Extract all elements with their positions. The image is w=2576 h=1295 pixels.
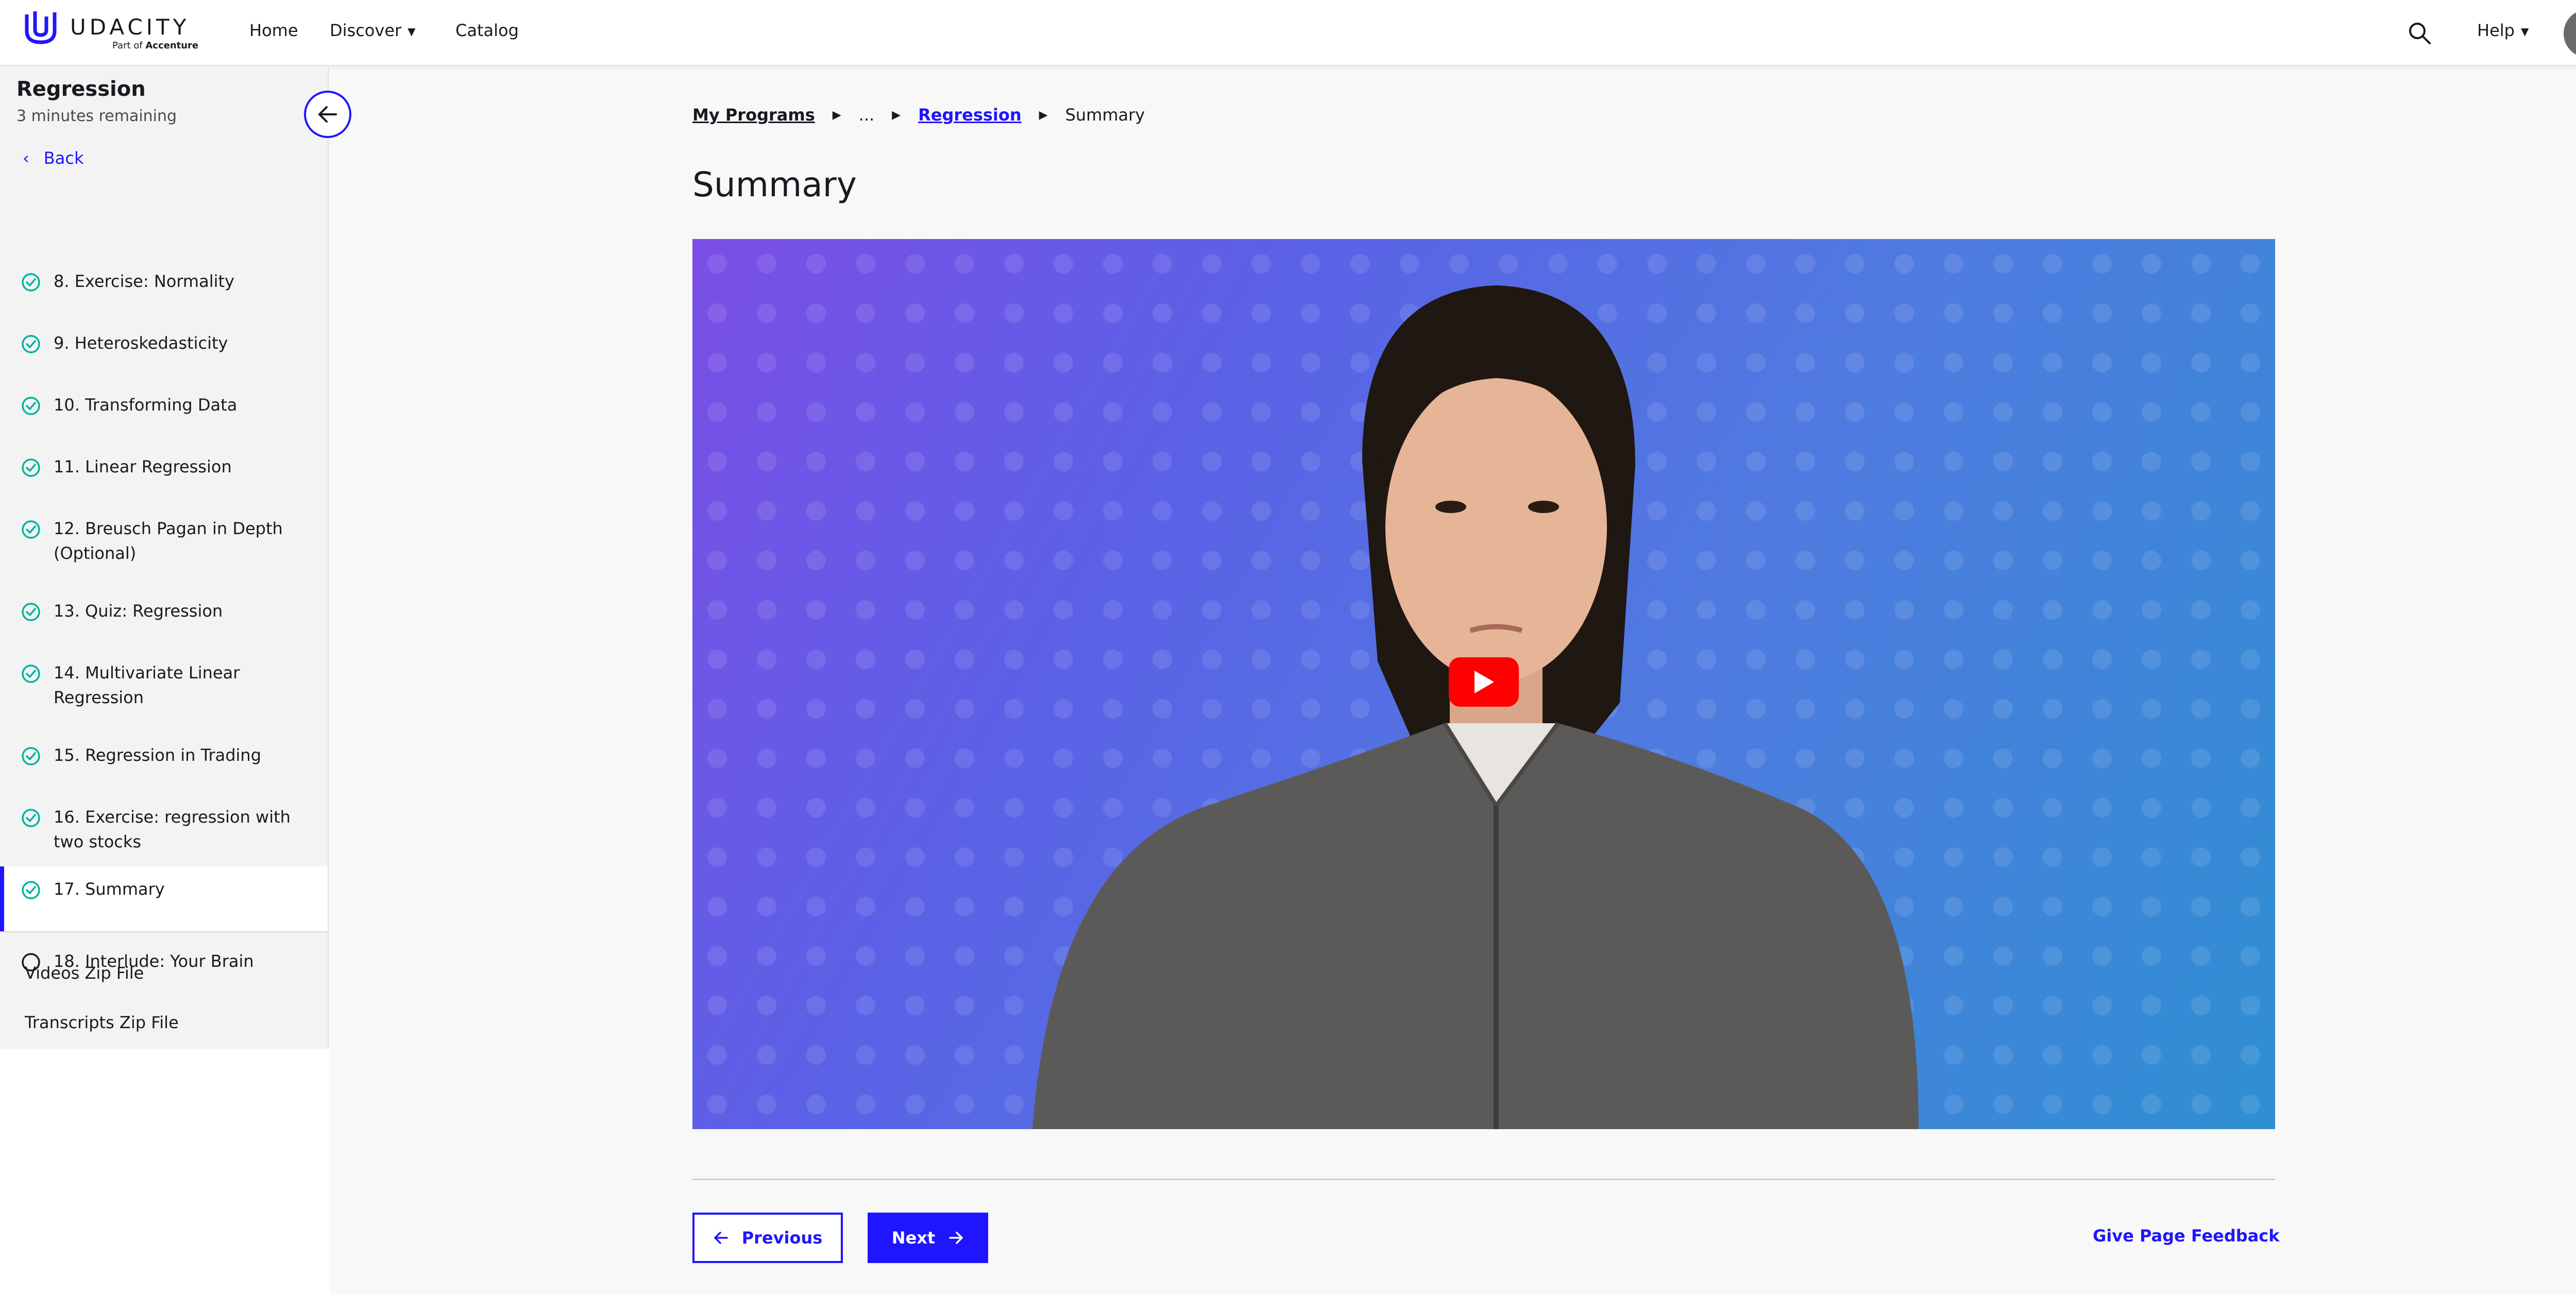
- next-button[interactable]: Next: [868, 1213, 988, 1263]
- transcripts-zip-link[interactable]: Transcripts Zip File: [25, 1013, 179, 1032]
- search-icon[interactable]: [2407, 21, 2432, 45]
- previous-button[interactable]: Previous: [692, 1213, 843, 1263]
- concept-label: 8. Exercise: Normality: [54, 271, 234, 291]
- give-feedback-link[interactable]: Give Page Feedback: [2093, 1226, 2280, 1246]
- check-circle-icon: [22, 273, 40, 292]
- check-circle-icon: [22, 603, 40, 621]
- sidebar-concept-item[interactable]: 14. Multivariate Linear Regression: [0, 660, 328, 710]
- caret-right-icon: ▶: [1039, 108, 1048, 122]
- check-circle-icon: [22, 809, 40, 827]
- arrow-left-icon: [714, 1232, 728, 1244]
- page-title: Summary: [692, 165, 857, 205]
- logo-subtitle: Part of Accenture: [112, 40, 199, 51]
- breadcrumb-my-programs[interactable]: My Programs: [692, 105, 815, 125]
- sidebar-concept-item[interactable]: 8. Exercise: Normality: [0, 269, 328, 294]
- concept-label: 9. Heteroskedasticity: [54, 333, 228, 353]
- back-link[interactable]: ‹ Back: [23, 148, 83, 168]
- video-player[interactable]: [692, 239, 2275, 1129]
- concept-label: 16. Exercise: regression with two stocks: [54, 807, 291, 851]
- concept-label: 11. Linear Regression: [54, 457, 232, 476]
- breadcrumb-ellipsis[interactable]: ...: [859, 105, 875, 125]
- lesson-title: Regression: [16, 77, 146, 101]
- check-circle-icon: [22, 458, 40, 477]
- sidebar-concept-item[interactable]: 13. Quiz: Regression: [0, 599, 328, 623]
- breadcrumb: My Programs ▶ ... ▶ Regression ▶ Summary: [692, 105, 1145, 125]
- sidebar-concept-item[interactable]: 12. Breusch Pagan in Depth (Optional): [0, 516, 328, 566]
- nav-discover[interactable]: Discover ▼: [330, 21, 416, 40]
- breadcrumb-current: Summary: [1065, 105, 1145, 125]
- concept-label: 17. Summary: [54, 879, 165, 899]
- arrow-left-icon: [318, 106, 337, 123]
- concept-label: 12. Breusch Pagan in Depth (Optional): [54, 519, 283, 563]
- time-remaining: 3 minutes remaining: [16, 107, 177, 125]
- concept-label: 13. Quiz: Regression: [54, 601, 223, 621]
- nav-catalog[interactable]: Catalog: [455, 21, 519, 40]
- udacity-logo-icon: [25, 11, 57, 44]
- caret-right-icon: ▶: [892, 108, 901, 122]
- check-circle-icon: [22, 747, 40, 765]
- sidebar-concept-item[interactable]: 16. Exercise: regression with two stocks: [0, 805, 328, 854]
- play-icon: [1475, 671, 1494, 693]
- caret-down-icon: ▼: [408, 25, 416, 38]
- caret-down-icon: ▼: [2520, 25, 2529, 38]
- sidebar-footer-blank: [0, 1049, 330, 1295]
- caret-right-icon: ▶: [832, 108, 841, 122]
- sidebar-divider: [0, 931, 328, 932]
- next-label: Next: [891, 1228, 936, 1248]
- check-circle-icon: [22, 664, 40, 683]
- concept-label: 15. Regression in Trading: [54, 745, 262, 765]
- sidebar-concept-item[interactable]: 15. Regression in Trading: [0, 743, 328, 768]
- videos-zip-link[interactable]: Videos Zip File: [25, 963, 144, 983]
- check-circle-icon: [22, 397, 40, 415]
- sidebar-concept-item[interactable]: 9. Heteroskedasticity: [0, 331, 328, 355]
- check-circle-icon: [22, 881, 40, 899]
- sidebar-concept-item[interactable]: 11. Linear Regression: [0, 454, 328, 479]
- play-button[interactable]: [1449, 657, 1519, 707]
- breadcrumb-regression[interactable]: Regression: [918, 105, 1022, 125]
- sidebar-concept-item[interactable]: 10. Transforming Data: [0, 393, 328, 417]
- content-divider: [692, 1179, 2275, 1180]
- nav-home[interactable]: Home: [249, 21, 298, 40]
- udacity-logo[interactable]: UDACITY Part of Accenture: [23, 7, 208, 59]
- previous-label: Previous: [741, 1228, 823, 1248]
- avatar[interactable]: HC: [2564, 9, 2576, 58]
- top-nav: UDACITY Part of Accenture Home Discover ▼…: [0, 0, 2576, 66]
- check-circle-icon: [22, 335, 40, 353]
- chevron-left-icon: ‹: [23, 148, 29, 168]
- nav-help[interactable]: Help ▼: [2477, 21, 2529, 40]
- collapse-sidebar-button[interactable]: [304, 91, 351, 138]
- concept-label: 14. Multivariate Linear Regression: [54, 663, 240, 707]
- arrow-right-icon: [949, 1232, 963, 1244]
- concept-label: 10. Transforming Data: [54, 395, 238, 415]
- sidebar-concept-item[interactable]: 17. Summary: [0, 866, 328, 931]
- logo-wordmark: UDACITY: [70, 14, 190, 40]
- check-circle-icon: [22, 520, 40, 539]
- lesson-sidebar: Regression 3 minutes remaining ‹ Back 8. …: [0, 67, 329, 1049]
